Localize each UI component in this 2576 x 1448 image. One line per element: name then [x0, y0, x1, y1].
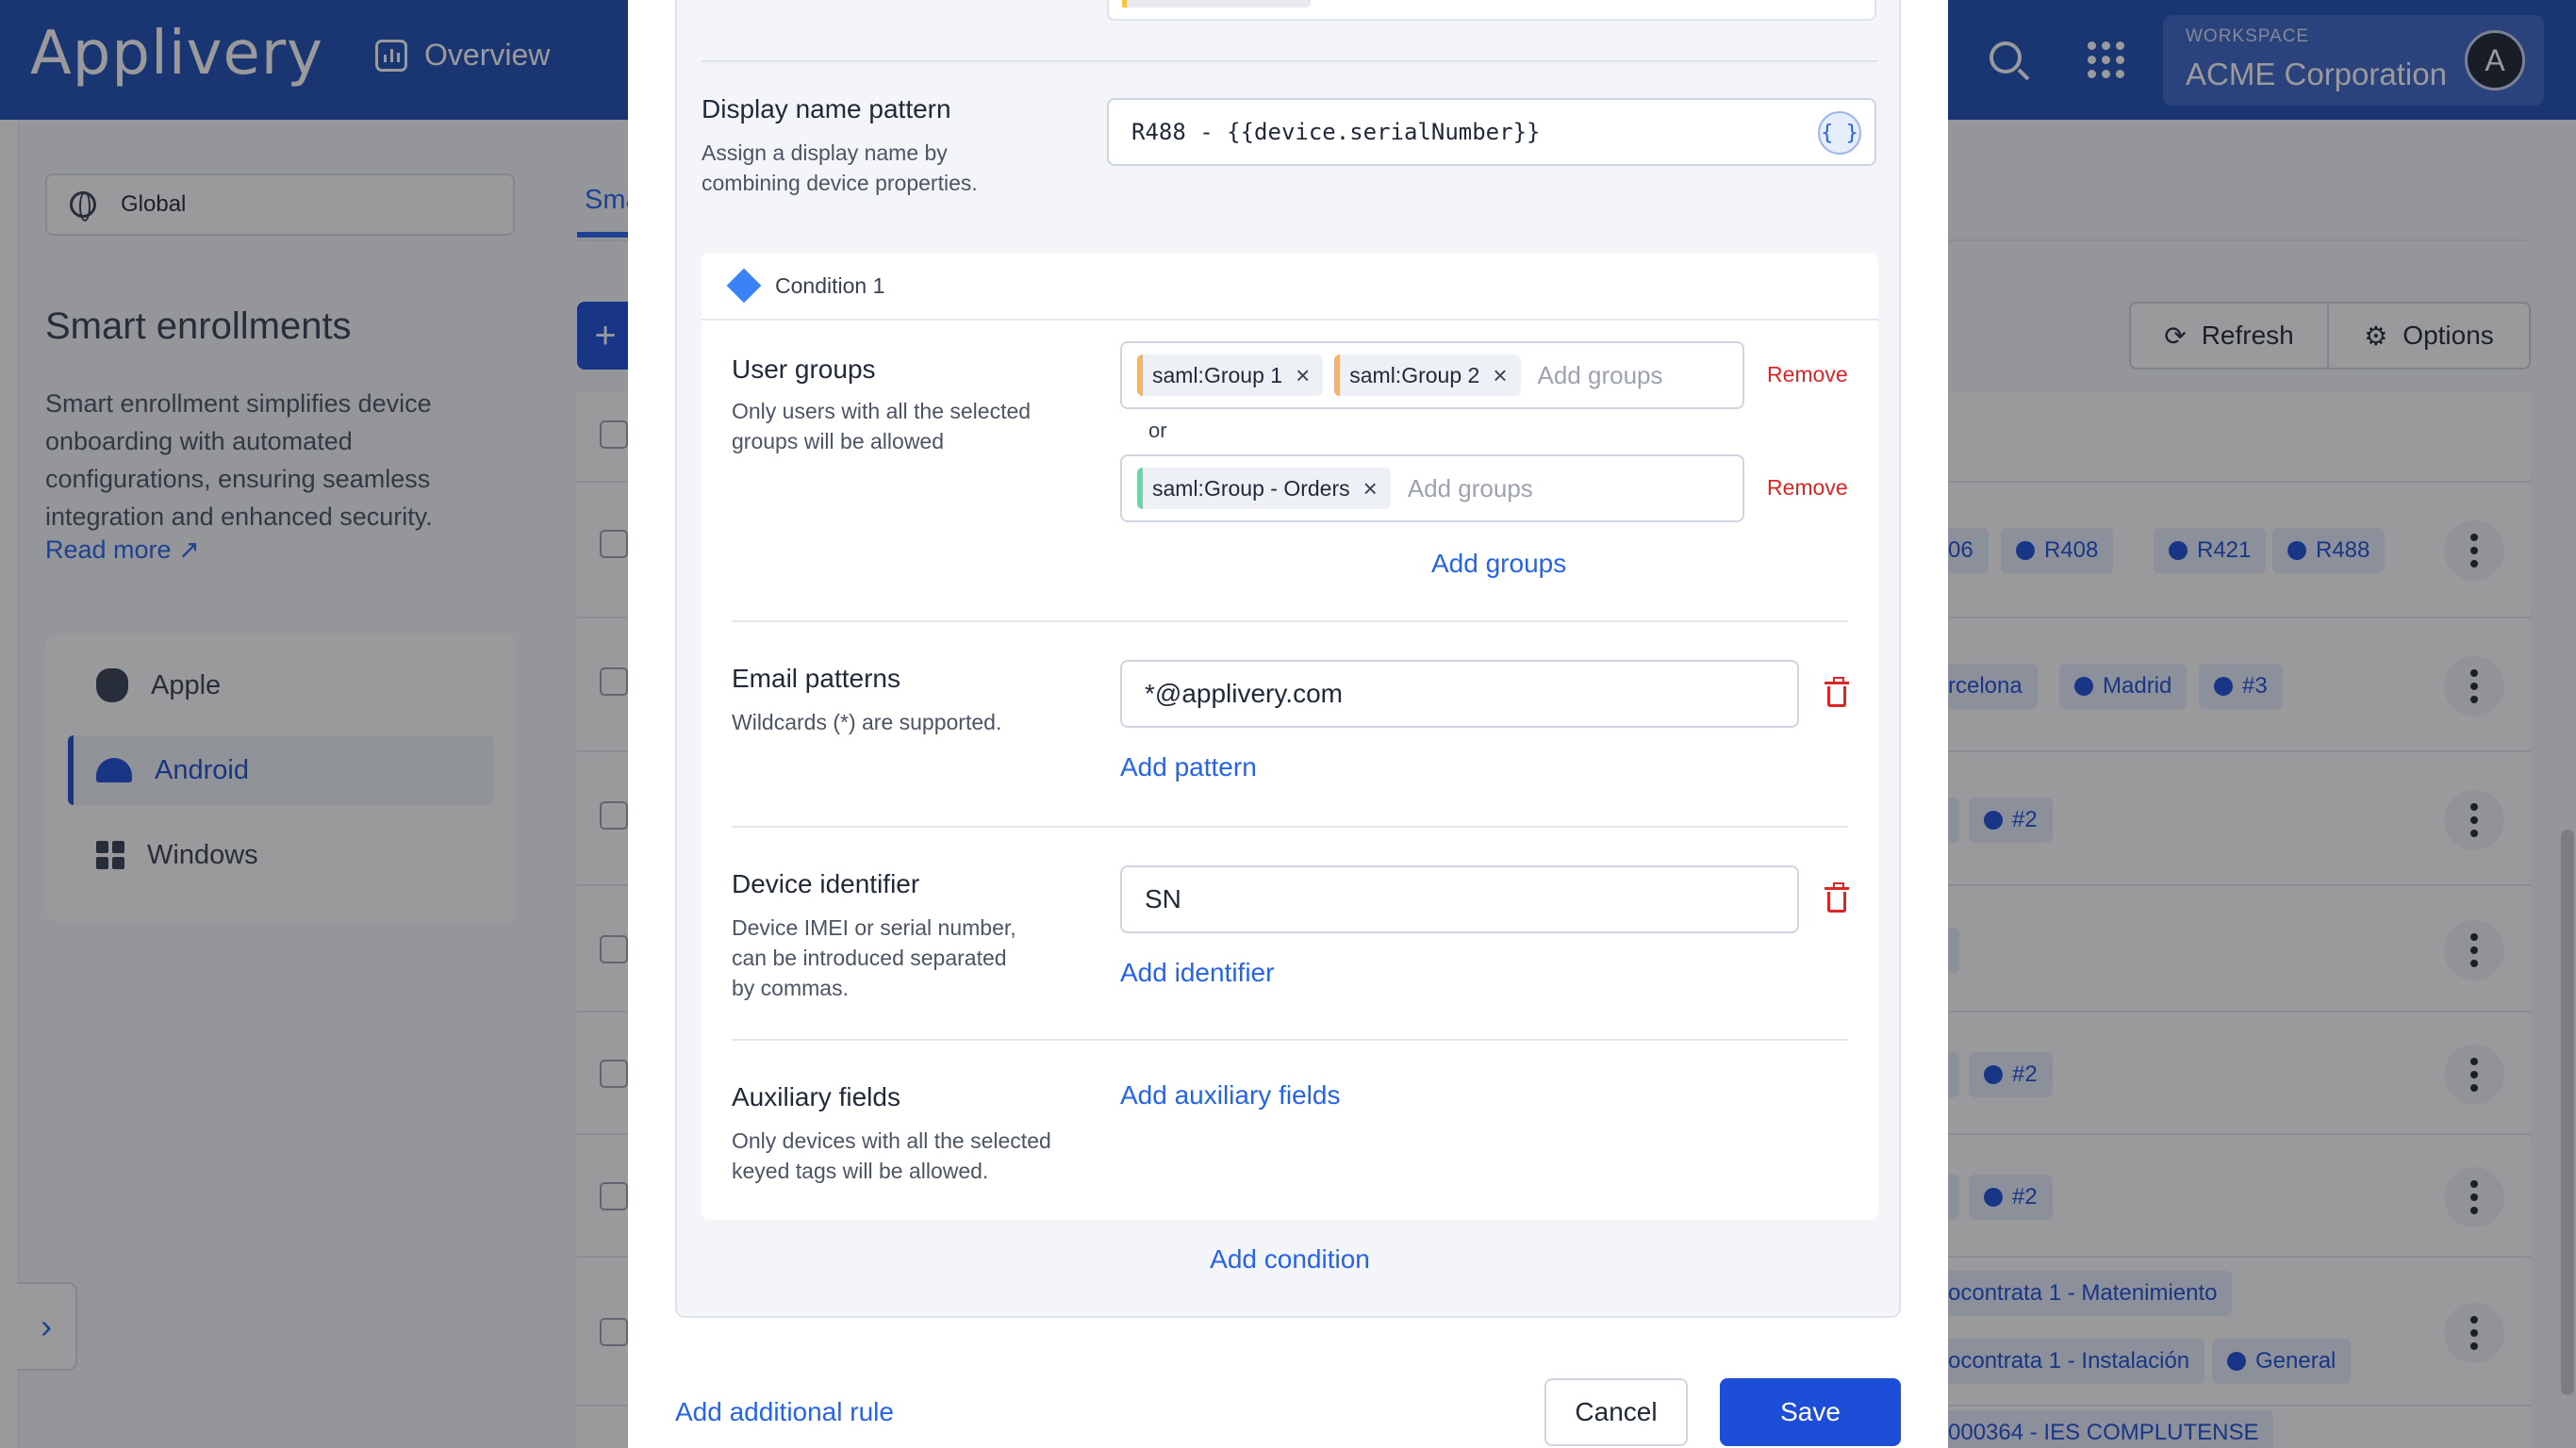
trash-icon[interactable]	[1825, 677, 1849, 707]
add-groups-placeholder[interactable]: Add groups	[1408, 474, 1533, 503]
group-tag: saml:Group 1 ×	[1137, 354, 1324, 396]
divider	[702, 60, 1878, 62]
device-identifier-description: Device IMEI or serial number, can be int…	[732, 915, 1016, 1000]
add-condition-label: Add condition	[1210, 1244, 1370, 1274]
close-icon[interactable]: ×	[1363, 474, 1378, 503]
display-name-value: R488 - {{device.serialNumber}}	[1131, 119, 1541, 145]
trash-icon[interactable]	[1825, 882, 1849, 913]
add-pattern-link[interactable]: Add pattern	[1120, 752, 1257, 782]
display-name-label: Display name pattern	[702, 94, 951, 123]
auxiliary-fields-description: Only devices with all the selected keyed…	[732, 1128, 1051, 1183]
device-identifier-label: Device identifier	[732, 869, 920, 898]
diamond-icon	[726, 268, 762, 304]
cancel-button[interactable]: Cancel	[1544, 1378, 1688, 1446]
auxiliary-fields-label: Auxiliary fields	[732, 1082, 900, 1111]
condition-card: Condition 1 User groups Only users with …	[702, 253, 1878, 1220]
email-patterns-description: Wildcards (*) are supported.	[732, 710, 1002, 734]
email-patterns-label: Email patterns	[732, 664, 900, 693]
group-tag: saml:Group - Orders ×	[1137, 468, 1391, 509]
add-groups-link[interactable]: Add groups	[1431, 549, 1566, 579]
user-groups-description: Only users with all the selected groups …	[732, 399, 1032, 453]
save-button[interactable]: Save	[1720, 1378, 1901, 1446]
group-tag-label: saml:Group 1	[1152, 362, 1283, 387]
user-groups-input[interactable]: saml:Group - Orders × Add groups	[1120, 454, 1744, 522]
add-additional-rule-link[interactable]: Add additional rule	[675, 1397, 894, 1427]
close-icon[interactable]: ×	[1296, 361, 1310, 390]
or-separator: or	[1148, 419, 1167, 442]
group-tag-label: saml:Group 2	[1349, 362, 1480, 387]
email-pattern-input[interactable]: *@applivery.com	[1120, 660, 1799, 728]
condition-title: Condition 1	[775, 272, 885, 298]
divider	[732, 826, 1848, 828]
previous-field-partial[interactable]	[1107, 0, 1876, 21]
user-groups-label: User groups	[732, 354, 876, 384]
remove-group-set-button[interactable]: Remove	[1767, 475, 1848, 501]
group-tag-label: saml:Group - Orders	[1152, 475, 1350, 501]
display-name-input[interactable]: R488 - {{device.serialNumber}} { }	[1107, 98, 1876, 166]
rule-panel: Display name pattern Assign a display na…	[675, 0, 1901, 1318]
add-auxiliary-fields-link[interactable]: Add auxiliary fields	[1120, 1080, 1340, 1111]
email-pattern-value: *@applivery.com	[1145, 679, 1343, 708]
add-groups-placeholder[interactable]: Add groups	[1538, 361, 1663, 390]
condition-header: Condition 1	[702, 253, 1878, 321]
add-condition-link[interactable]: Add condition	[677, 1244, 1903, 1275]
remove-group-set-button[interactable]: Remove	[1767, 362, 1848, 387]
device-identifier-value: SN	[1145, 884, 1181, 913]
divider	[732, 1039, 1848, 1041]
device-identifier-input[interactable]: SN	[1120, 865, 1799, 933]
add-identifier-link[interactable]: Add identifier	[1120, 958, 1274, 988]
close-icon[interactable]: ×	[1493, 361, 1507, 390]
variables-icon[interactable]: { }	[1818, 111, 1861, 155]
enrollment-rule-dialog: Display name pattern Assign a display na…	[628, 0, 1948, 1448]
divider	[732, 620, 1848, 622]
group-tag: saml:Group 2 ×	[1334, 354, 1521, 396]
user-groups-input[interactable]: saml:Group 1 × saml:Group 2 × Add groups	[1120, 341, 1744, 409]
display-name-description: Assign a display name by combining devic…	[702, 140, 978, 195]
